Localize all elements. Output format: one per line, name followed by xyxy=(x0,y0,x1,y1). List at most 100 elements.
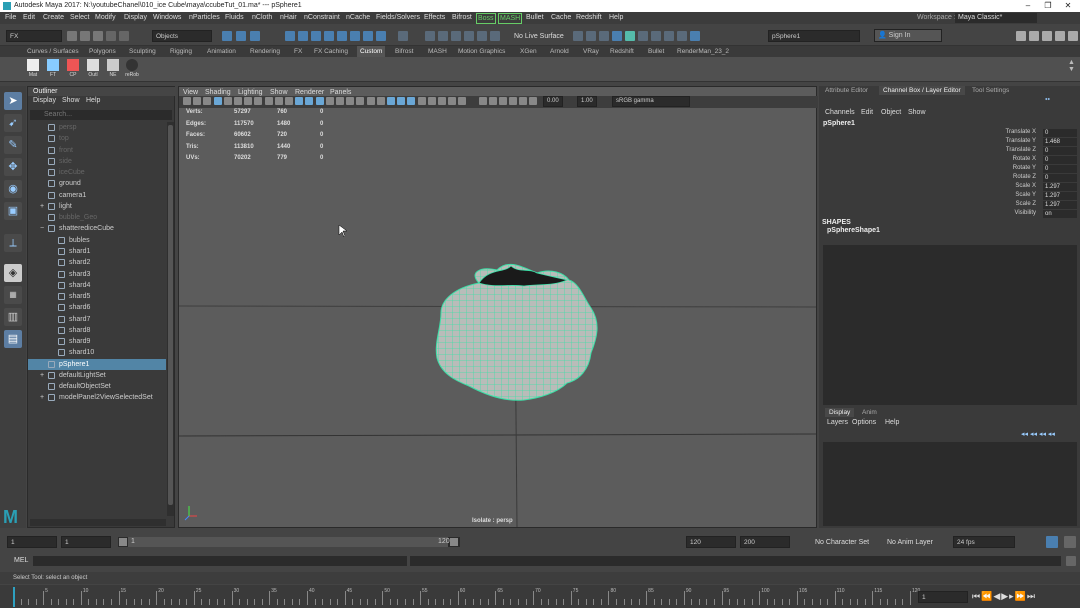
viewport-tool-icon[interactable] xyxy=(346,97,355,105)
range-slider-start-handle[interactable] xyxy=(119,538,127,546)
menuset-dropdown[interactable]: FX xyxy=(6,30,62,42)
channel-box-options-icon[interactable]: ⬩⬩ xyxy=(1045,96,1050,104)
play-forward-icon[interactable]: ▶ xyxy=(1001,591,1009,601)
shelf-tab-sculpting[interactable]: Sculpting xyxy=(129,46,156,57)
shelf-tab-fx[interactable]: FX xyxy=(294,46,302,57)
playback-end-field[interactable]: 120 xyxy=(686,536,736,548)
outliner-item[interactable]: shard5 xyxy=(28,291,166,302)
shelf-button-outl[interactable]: Outl xyxy=(85,59,101,79)
channel-value-field[interactable]: on xyxy=(1043,210,1077,218)
viewport-tool-icon[interactable] xyxy=(325,97,334,105)
symmetry-icon[interactable] xyxy=(464,31,474,41)
scale-tool-icon[interactable]: ▣ xyxy=(4,202,22,220)
snap-grid-icon[interactable] xyxy=(285,31,295,41)
viewport-tool-icon[interactable] xyxy=(223,97,232,105)
menu-boss[interactable]: Boss xyxy=(476,13,496,24)
expand-toggle-icon[interactable]: + xyxy=(40,370,44,381)
channel-label[interactable]: Translate Z xyxy=(976,147,1036,153)
channel-value-field[interactable]: 0 xyxy=(1043,165,1077,173)
layer-buttons[interactable]: ◂◂ ◂◂ ◂◂ ◂◂ xyxy=(1021,430,1075,438)
outliner-hscrollbar[interactable] xyxy=(30,519,166,526)
channel-value-field[interactable]: 1.468 xyxy=(1043,138,1077,146)
render-icon[interactable] xyxy=(573,31,583,41)
menu-bullet[interactable]: Bullet xyxy=(526,12,544,24)
maximize-button[interactable]: ❐ xyxy=(1038,0,1058,12)
save-scene-icon[interactable] xyxy=(93,31,103,41)
step-forward-key-icon[interactable]: ⏩ xyxy=(1015,591,1027,601)
viewport-tool-icon[interactable] xyxy=(336,97,344,105)
viewport-tool-icon[interactable] xyxy=(295,97,304,105)
sign-in-button[interactable]: 👤 Sign In xyxy=(874,29,942,42)
outliner-scrollbar[interactable] xyxy=(167,122,174,516)
viewport-tool-icon[interactable] xyxy=(529,97,537,105)
outliner-item[interactable]: shard10 xyxy=(28,347,166,358)
paint-select-tool-icon[interactable]: ✎ xyxy=(4,136,22,154)
expand-toggle-icon[interactable]: + xyxy=(40,201,44,212)
viewport-menu-renderer[interactable]: Renderer xyxy=(295,89,324,96)
range-slider-end-handle[interactable] xyxy=(450,538,458,546)
outliner-item[interactable]: top xyxy=(28,133,166,144)
outliner-toggle-icon[interactable] xyxy=(1068,31,1078,41)
shelf-tab-bifrost[interactable]: Bifrost xyxy=(395,46,413,57)
snap-point-icon[interactable] xyxy=(311,31,321,41)
io-icon[interactable] xyxy=(438,31,448,41)
viewport-tool-icon[interactable] xyxy=(274,97,283,105)
outliner-item[interactable]: shard3 xyxy=(28,269,166,280)
single-view-layout-icon[interactable]: ◈ xyxy=(4,264,22,282)
viewport-tool-icon[interactable] xyxy=(193,97,202,105)
viewport-tool-icon[interactable] xyxy=(479,97,487,105)
shelf-tab-redshift[interactable]: Redshift xyxy=(610,46,634,57)
current-frame-field[interactable]: 1 xyxy=(918,591,968,603)
render-view-icon[interactable] xyxy=(625,31,635,41)
viewport-tool-icon[interactable] xyxy=(509,97,517,105)
edit-menu[interactable]: Edit xyxy=(861,109,873,116)
redo-icon[interactable] xyxy=(119,31,129,41)
menu-ncloth[interactable]: nCloth xyxy=(252,12,272,24)
viewport-tool-icon[interactable] xyxy=(234,97,242,105)
renderman-render-icon[interactable] xyxy=(677,31,687,41)
menu-help[interactable]: Help xyxy=(609,12,623,24)
outliner-search-input[interactable]: Search... xyxy=(30,110,172,120)
shelf-scroll-arrows-icon[interactable]: ▲ ▼ xyxy=(1068,59,1076,79)
viewport-tool-icon[interactable] xyxy=(489,97,497,105)
channel-value-field[interactable]: 0 xyxy=(1043,147,1077,155)
outliner-item[interactable]: pSphere1 xyxy=(28,358,166,370)
range-slider-bar-fill[interactable] xyxy=(128,537,448,547)
help-menu[interactable]: Help xyxy=(885,419,899,426)
select-component-icon[interactable] xyxy=(250,31,260,41)
viewport-menu-show[interactable]: Show xyxy=(270,89,288,96)
modeling-toolkit-icon[interactable] xyxy=(1055,31,1065,41)
shelf-button-cp[interactable]: CP xyxy=(65,59,81,79)
show-menu[interactable]: Show xyxy=(908,109,926,116)
viewport-tool-icon[interactable] xyxy=(519,97,527,105)
outliner-item[interactable]: iceCube xyxy=(28,167,166,178)
shelf-tab-vray[interactable]: VRay xyxy=(583,46,599,57)
shelf-tab-polygons[interactable]: Polygons xyxy=(89,46,116,57)
attribute-editor-icon[interactable] xyxy=(1016,31,1026,41)
channel-label[interactable]: Translate X xyxy=(976,129,1036,135)
shelf-button-mat[interactable]: Mat xyxy=(25,59,41,79)
outliner-item[interactable]: + light xyxy=(28,201,166,212)
outliner-scroll-thumb[interactable] xyxy=(168,125,173,505)
channel-label[interactable]: Scale Z xyxy=(976,201,1036,207)
anim-layer-dropdown[interactable]: No Anim Layer xyxy=(887,539,933,546)
channel-label[interactable]: Rotate Z xyxy=(976,174,1036,180)
open-scene-icon[interactable] xyxy=(80,31,90,41)
outliner-item[interactable]: bubles xyxy=(28,235,166,246)
ipr-icon[interactable] xyxy=(586,31,596,41)
viewport-tool-icon[interactable] xyxy=(213,97,222,105)
menu-select[interactable]: Select xyxy=(70,12,89,24)
hardware-render-icon[interactable] xyxy=(690,31,700,41)
outputs-icon[interactable] xyxy=(451,31,461,41)
select-mode-dropdown[interactable]: Objects xyxy=(152,30,212,42)
viewport-tool-icon[interactable] xyxy=(438,97,446,105)
viewport-tool-icon[interactable] xyxy=(448,97,457,105)
shelf-tab-motion-graphics[interactable]: Motion Graphics xyxy=(458,46,505,57)
step-back-key-icon[interactable]: ⏪ xyxy=(981,591,993,601)
menu-windows[interactable]: Windows xyxy=(153,12,181,24)
channel-label[interactable]: Visibility xyxy=(976,210,1036,216)
shelf-tab-renderman[interactable]: RenderMan_23_2 xyxy=(677,46,729,57)
viewport-tool-icon[interactable] xyxy=(305,97,314,105)
snap-surface-icon[interactable] xyxy=(337,31,347,41)
menu-ncache[interactable]: nCache xyxy=(346,12,370,24)
